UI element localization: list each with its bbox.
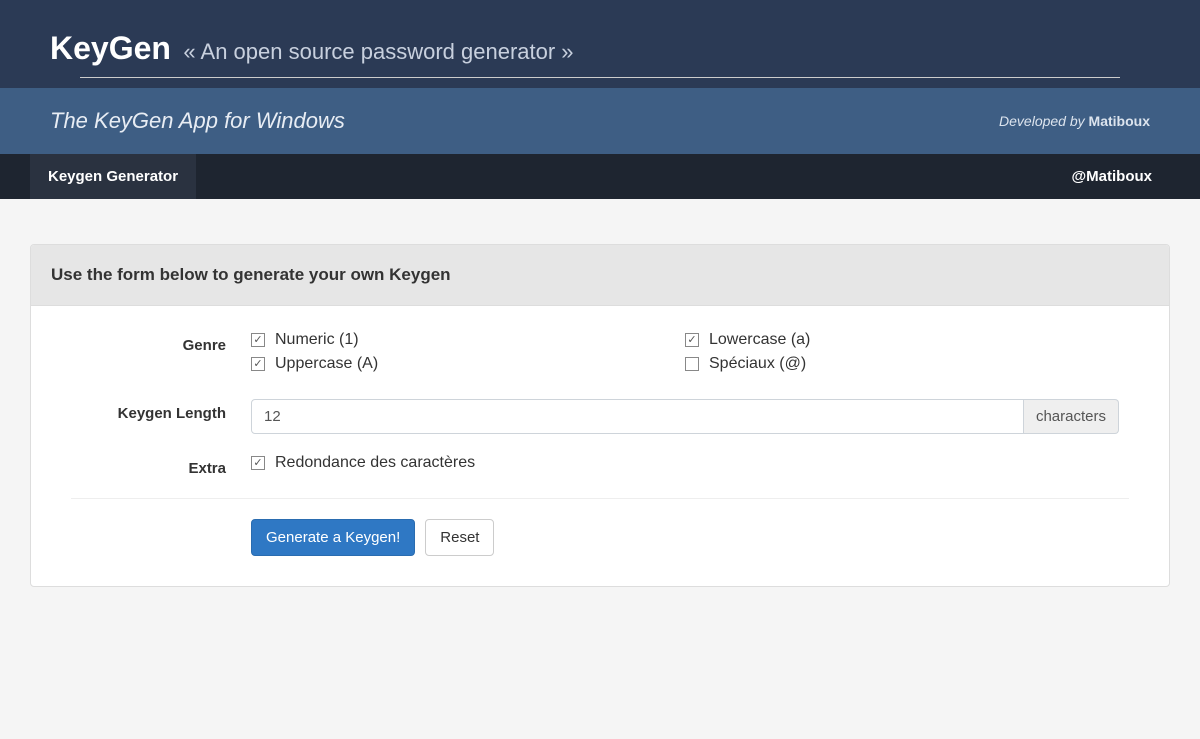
generate-button[interactable]: Generate a Keygen!: [251, 519, 415, 556]
card-body: Genre ✓ Numeric (1) ✓ Lowercase (a) ✓ Up…: [31, 306, 1169, 586]
label-length: Keygen Length: [51, 399, 251, 422]
developed-by-author[interactable]: Matiboux: [1089, 113, 1150, 129]
header-divider: [80, 77, 1120, 78]
row-length: Keygen Length characters: [51, 399, 1149, 434]
length-input[interactable]: [251, 399, 1024, 434]
genre-field: ✓ Numeric (1) ✓ Lowercase (a) ✓ Uppercas…: [251, 331, 1149, 379]
label-genre: Genre: [51, 331, 251, 354]
checkbox-redundancy[interactable]: ✓ Redondance des caractères: [251, 454, 475, 472]
navbar: Keygen Generator @Matiboux: [0, 154, 1200, 199]
checkbox-icon: [685, 357, 699, 371]
developed-by: Developed by Matiboux: [999, 113, 1150, 129]
reset-button[interactable]: Reset: [425, 519, 494, 556]
row-extra: Extra ✓ Redondance des caractères: [51, 454, 1149, 478]
genre-checkbox-grid: ✓ Numeric (1) ✓ Lowercase (a) ✓ Uppercas…: [251, 331, 1119, 379]
checkbox-lowercase[interactable]: ✓ Lowercase (a): [685, 331, 1119, 349]
generator-card: Use the form below to generate your own …: [30, 244, 1170, 587]
developed-by-prefix: Developed by: [999, 113, 1089, 129]
length-input-group: characters: [251, 399, 1119, 434]
checkbox-icon: ✓: [251, 456, 265, 470]
app-title: KeyGen: [50, 30, 171, 66]
header-top: KeyGen « An open source password generat…: [0, 0, 1200, 88]
form-divider: [71, 498, 1129, 499]
checkbox-special[interactable]: Spéciaux (@): [685, 355, 1119, 373]
checkbox-icon: ✓: [685, 333, 699, 347]
checkbox-numeric[interactable]: ✓ Numeric (1): [251, 331, 685, 349]
checkbox-label: Spéciaux (@): [709, 355, 806, 373]
nav-user-link[interactable]: @Matiboux: [1054, 154, 1170, 199]
label-empty: [51, 519, 251, 525]
label-extra: Extra: [51, 454, 251, 477]
extra-field: ✓ Redondance des caractères: [251, 454, 1149, 478]
length-field: characters: [251, 399, 1149, 434]
tagline: The KeyGen App for Windows: [50, 108, 345, 134]
app-subtitle: « An open source password generator »: [183, 39, 573, 64]
card-heading: Use the form below to generate your own …: [31, 245, 1169, 306]
checkbox-label: Lowercase (a): [709, 331, 810, 349]
checkbox-uppercase[interactable]: ✓ Uppercase (A): [251, 355, 685, 373]
length-unit: characters: [1024, 399, 1119, 434]
checkbox-icon: ✓: [251, 333, 265, 347]
checkbox-label: Redondance des caractères: [275, 454, 475, 472]
row-buttons: Generate a Keygen! Reset: [51, 519, 1149, 556]
header-mid: The KeyGen App for Windows Developed by …: [0, 88, 1200, 154]
checkbox-label: Uppercase (A): [275, 355, 378, 373]
checkbox-label: Numeric (1): [275, 331, 359, 349]
checkbox-icon: ✓: [251, 357, 265, 371]
button-row: Generate a Keygen! Reset: [251, 519, 1149, 556]
row-genre: Genre ✓ Numeric (1) ✓ Lowercase (a) ✓ Up…: [51, 331, 1149, 379]
nav-tab-generator[interactable]: Keygen Generator: [30, 154, 196, 199]
